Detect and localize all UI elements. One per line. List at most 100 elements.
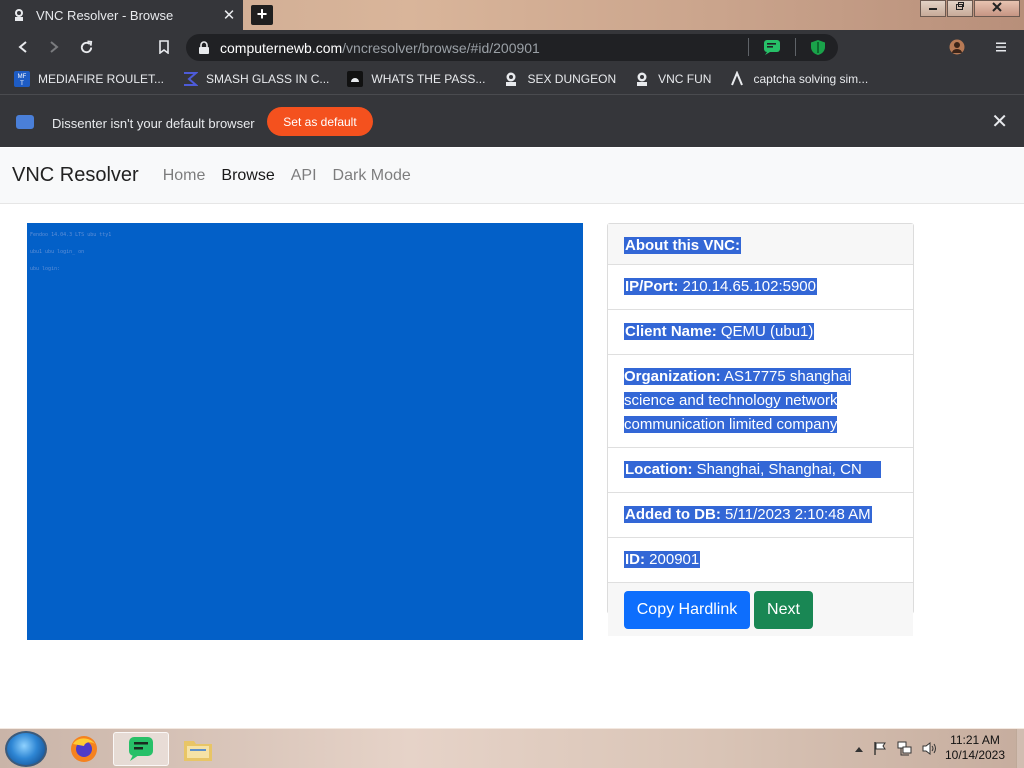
system-tray xyxy=(854,741,938,756)
volume-icon[interactable] xyxy=(922,741,938,756)
dissenter-icon xyxy=(129,737,153,761)
bookmarks-bar: MF T MEDIAFIRE ROULET... SMASH GLASS IN C… xyxy=(0,64,1024,94)
minimize-button[interactable] xyxy=(920,0,946,17)
svg-text:T: T xyxy=(20,81,24,87)
bookmark-button[interactable] xyxy=(153,37,175,57)
lambda-icon xyxy=(729,71,745,87)
browser-toolbar: computernewb.com/vncresolver/browse/#id/… xyxy=(0,30,1024,64)
taskbar-firefox[interactable] xyxy=(56,732,112,766)
taskbar-file-explorer[interactable] xyxy=(170,732,226,766)
folder-icon xyxy=(184,741,212,761)
dissenter-icon xyxy=(16,115,34,129)
avatar-icon xyxy=(949,39,965,55)
back-arrow-icon xyxy=(18,41,27,53)
svg-text:MF: MF xyxy=(18,74,27,80)
android-icon xyxy=(347,71,364,87)
bookmark-label: MEDIAFIRE ROULET... xyxy=(38,72,165,86)
show-hidden-icons-icon[interactable] xyxy=(854,745,864,753)
restore-icon xyxy=(956,2,964,10)
bookmark-captcha-solving[interactable]: captcha solving sim... xyxy=(729,71,868,87)
window-close-button[interactable] xyxy=(974,0,1020,17)
reload-button[interactable] xyxy=(75,37,97,57)
tab-title: VNC Resolver - Browse xyxy=(36,7,174,23)
ip-port-value: 210.14.65.102:5900 xyxy=(682,278,816,295)
browser-menu-button[interactable] xyxy=(990,37,1012,57)
nav-dark-mode[interactable]: Dark Mode xyxy=(333,167,411,185)
bookmark-vnc-fun[interactable]: VNC FUN xyxy=(634,71,711,87)
window-controls xyxy=(919,0,1020,19)
clock-time: 11:21 AM xyxy=(950,733,1000,747)
taskbar-dissenter[interactable] xyxy=(113,732,169,766)
bookmark-whats-the-pass[interactable]: WHATS THE PASS... xyxy=(347,71,485,87)
id-value: 200901 xyxy=(649,551,700,568)
vnc-icon xyxy=(503,71,519,87)
tab-close-icon[interactable]: ✕ xyxy=(219,6,239,24)
bookmark-label: WHATS THE PASS... xyxy=(371,72,486,86)
vnc-resolver-favicon-icon xyxy=(15,9,23,21)
profile-avatar-button[interactable] xyxy=(946,37,968,57)
url-host: computernewb.com xyxy=(220,39,343,56)
vnc-screen-line: ubu login: xyxy=(30,266,61,272)
copy-hardlink-button[interactable]: Copy Hardlink xyxy=(624,591,750,629)
maximize-button[interactable] xyxy=(947,0,973,17)
dissenter-extension-icon[interactable] xyxy=(763,39,781,55)
firefox-icon xyxy=(71,736,97,762)
default-browser-infobar: Dissenter isn't your default browser Set… xyxy=(0,94,1024,147)
added-to-db-row: Added to DB: 5/11/2023 2:10:48 AM xyxy=(608,493,913,538)
action-center-flag-icon[interactable] xyxy=(873,741,888,756)
divider xyxy=(795,38,796,56)
address-bar[interactable]: computernewb.com/vncresolver/browse/#id/… xyxy=(186,34,838,61)
bookmark-mediafire-roulette[interactable]: MF T MEDIAFIRE ROULET... xyxy=(14,71,164,87)
address-bar-extensions xyxy=(748,38,826,56)
site-brand[interactable]: VNC Resolver xyxy=(12,164,139,187)
infobar-close-icon[interactable]: ✕ xyxy=(991,109,1008,134)
location-value: Shanghai, Shanghai, CN xyxy=(696,461,862,478)
lock-icon xyxy=(199,40,209,54)
bookmark-label: SMASH GLASS IN C... xyxy=(206,72,330,86)
set-as-default-button[interactable]: Set as default xyxy=(267,107,373,136)
browser-tab[interactable]: VNC Resolver - Browse ✕ xyxy=(0,0,243,30)
forward-button[interactable] xyxy=(43,37,65,57)
network-icon[interactable] xyxy=(897,741,913,756)
organization-row: Organization: AS17775 shanghai science a… xyxy=(608,355,913,448)
infobar-message: Dissenter isn't your default browser xyxy=(52,116,255,131)
nav-home[interactable]: Home xyxy=(163,167,206,185)
client-name-value: QEMU (ubu1) xyxy=(720,323,814,340)
back-button[interactable] xyxy=(12,37,34,57)
card-footer: Copy Hardlink Next xyxy=(608,583,913,636)
client-name-row: Client Name: QEMU (ubu1) xyxy=(608,310,913,355)
vnc-screenshot: Fendoo 14.04.3 LTS ubu tty1 ubu1 ubu log… xyxy=(27,223,583,640)
forward-arrow-icon xyxy=(50,41,59,53)
start-button[interactable] xyxy=(5,731,47,767)
taskbar-clock[interactable]: 11:21 AM 10/14/2023 xyxy=(940,733,1010,763)
window-titlebar: VNC Resolver - Browse ✕ + xyxy=(0,0,1024,30)
clock-date: 10/14/2023 xyxy=(944,748,1006,762)
bookmark-label: captcha solving sim... xyxy=(753,72,869,86)
bookmark-icon xyxy=(159,40,169,54)
bookmark-label: SEX DUNGEON xyxy=(527,72,617,86)
new-tab-button[interactable]: + xyxy=(251,5,273,25)
bookmark-label: VNC FUN xyxy=(658,72,712,86)
location-label: Location: xyxy=(625,461,693,478)
next-button[interactable]: Next xyxy=(754,591,813,629)
nav-api[interactable]: API xyxy=(291,167,317,185)
shield-extension-icon[interactable] xyxy=(810,39,826,56)
bookmark-smash-glass[interactable]: SMASH GLASS IN C... xyxy=(182,71,329,87)
vnc-screen-line: ubu1 ubu login_ on xyxy=(30,249,85,255)
added-to-db-label: Added to DB: xyxy=(625,506,721,523)
flag-icon xyxy=(862,464,880,476)
location-row: Location: Shanghai, Shanghai, CN xyxy=(608,448,913,493)
divider xyxy=(748,38,749,56)
mediafire-icon: MF T xyxy=(14,71,30,87)
vnc-screen-line: Fendoo 14.04.3 LTS ubu tty1 xyxy=(30,232,112,238)
bookmark-sex-dungeon[interactable]: SEX DUNGEON xyxy=(503,71,616,87)
ip-port-label: IP/Port: xyxy=(625,278,679,295)
reload-icon xyxy=(80,39,92,53)
minimize-icon xyxy=(929,8,937,10)
vnc-icon xyxy=(634,71,650,87)
id-label: ID: xyxy=(625,551,645,568)
nav-browse[interactable]: Browse xyxy=(221,167,274,185)
added-to-db-value: 5/11/2023 2:10:48 AM xyxy=(725,506,871,523)
show-desktop-button[interactable] xyxy=(1016,729,1024,768)
vnc-info-card: About this VNC: IP/Port: 210.14.65.102:5… xyxy=(607,223,914,636)
